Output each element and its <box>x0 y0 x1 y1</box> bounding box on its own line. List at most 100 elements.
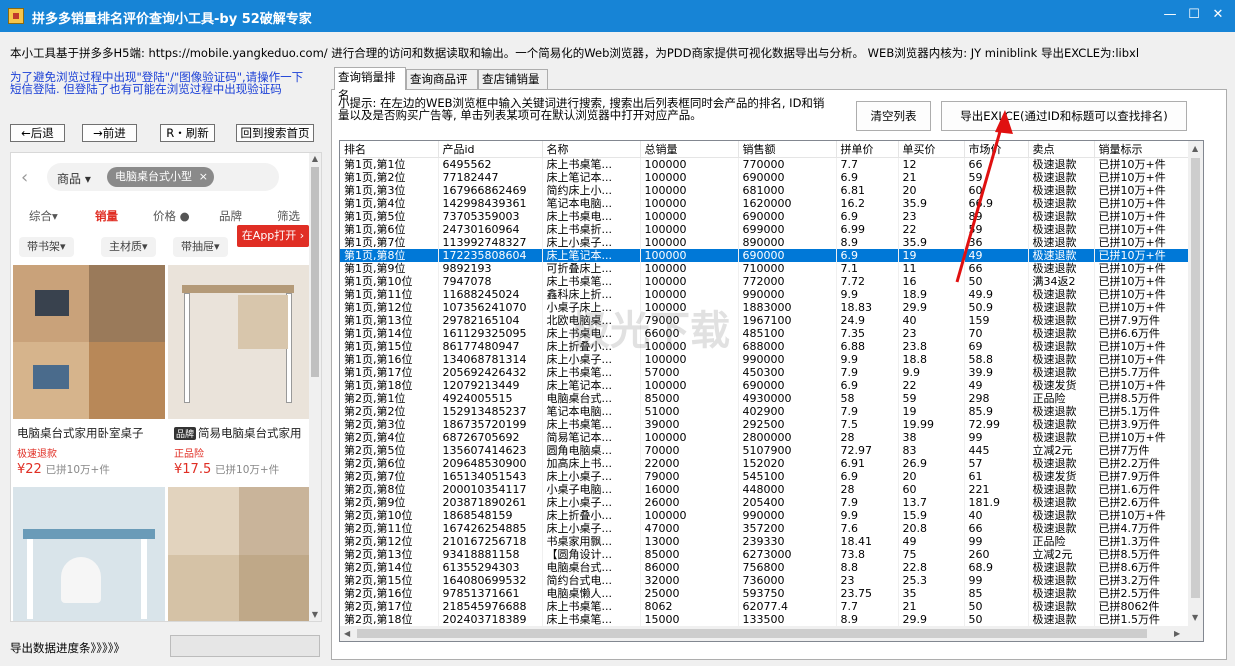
table-row[interactable]: 第1页,第18位 12079213449 床上笔记本... 100000 690000 6… <box>340 379 1191 392</box>
table-cell: 书桌家用飘... <box>542 535 641 548</box>
table-row[interactable]: 第2页,第15位 164080699532 简约台式电... 32000 736000 2… <box>340 574 1191 587</box>
table-cell: 床上书桌笔... <box>542 613 641 626</box>
table-row[interactable]: 第2页,第2位 152913485237 笔记本电脑... 51000 402900 7.… <box>340 405 1191 418</box>
sort-tab-general[interactable]: 综合▾ <box>29 208 58 224</box>
table-cell: 990000 <box>738 509 837 522</box>
table-vertical-scrollbar[interactable]: ▲ ▼ <box>1188 141 1203 626</box>
table-cell: 电脑桌懒人... <box>542 587 641 600</box>
product-badge: 正品险 <box>174 449 204 460</box>
open-in-app-button[interactable]: 在App打开 › <box>237 225 309 247</box>
table-cell: 99 <box>964 431 1029 444</box>
column-header[interactable]: 名称 <box>542 141 641 158</box>
table-cell: 13000 <box>640 535 739 548</box>
table-cell: 床上书桌笔... <box>542 366 641 379</box>
maximize-button[interactable]: ☐ <box>1182 4 1206 26</box>
watermark: 极光下载 <box>570 308 730 354</box>
scroll-down-icon[interactable]: ▼ <box>309 609 321 621</box>
tab-product-reviews[interactable]: 查询商品评价 <box>406 69 478 104</box>
table-row[interactable]: 第2页,第13位 93418881158 【圆角设计... 85000 6273000 7… <box>340 548 1191 561</box>
column-header[interactable]: 销售额 <box>738 141 837 158</box>
scroll-up-icon[interactable]: ▲ <box>1192 144 1198 153</box>
table-row[interactable]: 第2页,第9位 203871890261 床上小桌子... 26000 205400 7.… <box>340 496 1191 509</box>
table-row[interactable]: 第1页,第14位 161129325095 床上书桌电... 66000 485100 7… <box>340 327 1191 340</box>
product-card[interactable]: 电脑桌台式家用卧室桌子 极速退款 ¥22 已拼10万+件 <box>11 265 166 485</box>
column-header[interactable]: 销量标示 <box>1094 141 1191 158</box>
table-row[interactable]: 第2页,第3位 186735720199 床上书桌笔... 39000 292500 7.… <box>340 418 1191 431</box>
table-row[interactable]: 第2页,第8位 200010354117 小桌子电脑... 16000 448000 28… <box>340 483 1191 496</box>
sort-tab-filter[interactable]: 筛选 <box>277 208 300 224</box>
table-cell: 第1页,第6位 <box>340 223 439 236</box>
table-row[interactable]: 第2页,第5位 135607414623 圆角电脑桌... 70000 5107900 7… <box>340 444 1191 457</box>
table-cell: 第1页,第10位 <box>340 275 439 288</box>
scrollbar-thumb[interactable] <box>311 167 319 377</box>
table-cell: 260 <box>964 548 1029 561</box>
column-header[interactable]: 产品id <box>438 141 543 158</box>
table-cell: 第1页,第16位 <box>340 353 439 366</box>
table-row[interactable]: 第2页,第6位 209648530900 加高床上书... 22000 152020 6.… <box>340 457 1191 470</box>
table-row[interactable]: 第2页,第4位 68726705692 简易笔记本... 100000 2800000 2… <box>340 431 1191 444</box>
table-cell: 9892193 <box>438 262 543 275</box>
table-cell: 23 <box>898 327 965 340</box>
refresh-button[interactable]: R・刷新 <box>160 124 215 142</box>
table-row[interactable]: 第1页,第15位 86177480947 床上折叠小... 100000 688000 6… <box>340 340 1191 353</box>
table-row[interactable]: 第2页,第14位 61355294303 电脑桌台式... 86000 756800 8.… <box>340 561 1191 574</box>
search-box[interactable]: 商品 ▾ 电脑桌台式小型 × <box>47 163 279 191</box>
column-header[interactable]: 总销量 <box>640 141 739 158</box>
forward-button[interactable]: →前进 <box>82 124 137 142</box>
table-cell: 210167256718 <box>438 535 543 548</box>
table-row[interactable]: 第1页,第16位 134068781314 床上小桌子... 100000 990000… <box>340 353 1191 366</box>
chevron-left-icon[interactable]: ‹ <box>21 167 28 188</box>
close-icon[interactable]: × <box>199 167 208 187</box>
table-cell: 26000 <box>640 496 739 509</box>
table-horizontal-scrollbar[interactable]: ◀ ▶ <box>340 626 1188 641</box>
close-button[interactable]: ✕ <box>1206 4 1230 26</box>
filter-chip[interactable]: 主材质▾ <box>101 237 156 257</box>
table-row[interactable]: 第2页,第10位 1868548159 床上折叠小... 100000 990000 9.… <box>340 509 1191 522</box>
sort-tab-sales[interactable]: 销量 <box>95 208 118 224</box>
table-cell: 已拼10万+件 <box>1094 340 1191 353</box>
keyword-tag[interactable]: 电脑桌台式小型 × <box>107 167 214 187</box>
category-select[interactable]: 商品 ▾ <box>57 170 91 187</box>
minimize-button[interactable]: — <box>1158 4 1182 26</box>
table-row[interactable]: 第2页,第12位 210167256718 书桌家用飘... 13000 239330 1… <box>340 535 1191 548</box>
tab-sales-rank[interactable]: 查询销量排名 <box>334 67 406 102</box>
column-header[interactable]: 拼单价 <box>836 141 899 158</box>
product-card[interactable]: 品牌 简易电脑桌台式家用 正品险 ¥17.5 已拼10万+件 <box>168 265 311 485</box>
sort-tab-brand[interactable]: 品牌 <box>219 208 242 224</box>
table-cell: 690000 <box>738 171 837 184</box>
product-card[interactable] <box>11 487 166 621</box>
scroll-right-icon[interactable]: ▶ <box>1174 629 1180 638</box>
table-row[interactable]: 第2页,第7位 165134051543 床上小桌子... 79000 545100 6.… <box>340 470 1191 483</box>
table-row[interactable]: 第2页,第16位 97851371661 电脑桌懒人... 25000 593750 23… <box>340 587 1191 600</box>
column-header[interactable]: 排名 <box>340 141 439 158</box>
table-row[interactable]: 第1页,第17位 205692426432 床上书桌笔... 57000 450300 7… <box>340 366 1191 379</box>
table-row[interactable]: 第2页,第1位 4924005515 电脑桌台式... 85000 4930000 58 5… <box>340 392 1191 405</box>
table-cell: 35 <box>898 587 965 600</box>
home-button[interactable]: 回到搜索首页 <box>236 124 314 142</box>
product-card[interactable] <box>168 487 311 621</box>
table-cell: 93418881158 <box>438 548 543 561</box>
scroll-down-icon[interactable]: ▼ <box>1192 613 1198 622</box>
scrollbar-thumb[interactable] <box>1191 158 1200 598</box>
table-row[interactable]: 第1页,第12位 107356241070 小桌子床上... 100000 188300… <box>340 301 1191 314</box>
sort-tab-price[interactable]: 价格 ● <box>153 208 190 224</box>
table-cell: 简约床上小... <box>542 184 641 197</box>
table-row[interactable]: 第2页,第17位 218545976688 床上书桌笔... 8062 62077.4 7… <box>340 600 1191 613</box>
back-button[interactable]: ←后退 <box>10 124 65 142</box>
table-cell: 200010354117 <box>438 483 543 496</box>
embedded-browser[interactable]: ‹ 商品 ▾ 电脑桌台式小型 × 综合▾ 销量 价格 ● 品牌 筛选 带书架▾ 主… <box>10 152 322 622</box>
scrollbar-thumb[interactable] <box>357 629 1147 638</box>
browser-scrollbar[interactable]: ▲ ▼ <box>309 153 321 621</box>
scroll-left-icon[interactable]: ◀ <box>344 629 350 638</box>
table-cell: 6.99 <box>836 223 899 236</box>
table-row[interactable]: 第1页,第13位 29782165104 北欧电脑桌... 79000 1967100 2… <box>340 314 1191 327</box>
tab-shop-sales[interactable]: 查店铺销量 <box>478 69 548 89</box>
results-table[interactable]: 排名 产品id 名称 总销量 销售额 拼单价 单买价 市场价 卖点 销量标示 第1页,第1位 649… <box>339 140 1204 642</box>
scroll-up-icon[interactable]: ▲ <box>309 153 321 165</box>
table-row[interactable]: 第2页,第11位 167426254885 床上小桌子... 47000 357200 7… <box>340 522 1191 535</box>
filter-chip[interactable]: 带抽屉▾ <box>173 237 228 257</box>
filter-chip[interactable]: 带书架▾ <box>19 237 74 257</box>
table-cell: 8062 <box>640 600 739 613</box>
clear-list-button[interactable]: 清空列表 <box>856 101 931 131</box>
table-row[interactable]: 第2页,第18位 202403718389 床上书桌笔... 15000 133500 8… <box>340 613 1191 626</box>
